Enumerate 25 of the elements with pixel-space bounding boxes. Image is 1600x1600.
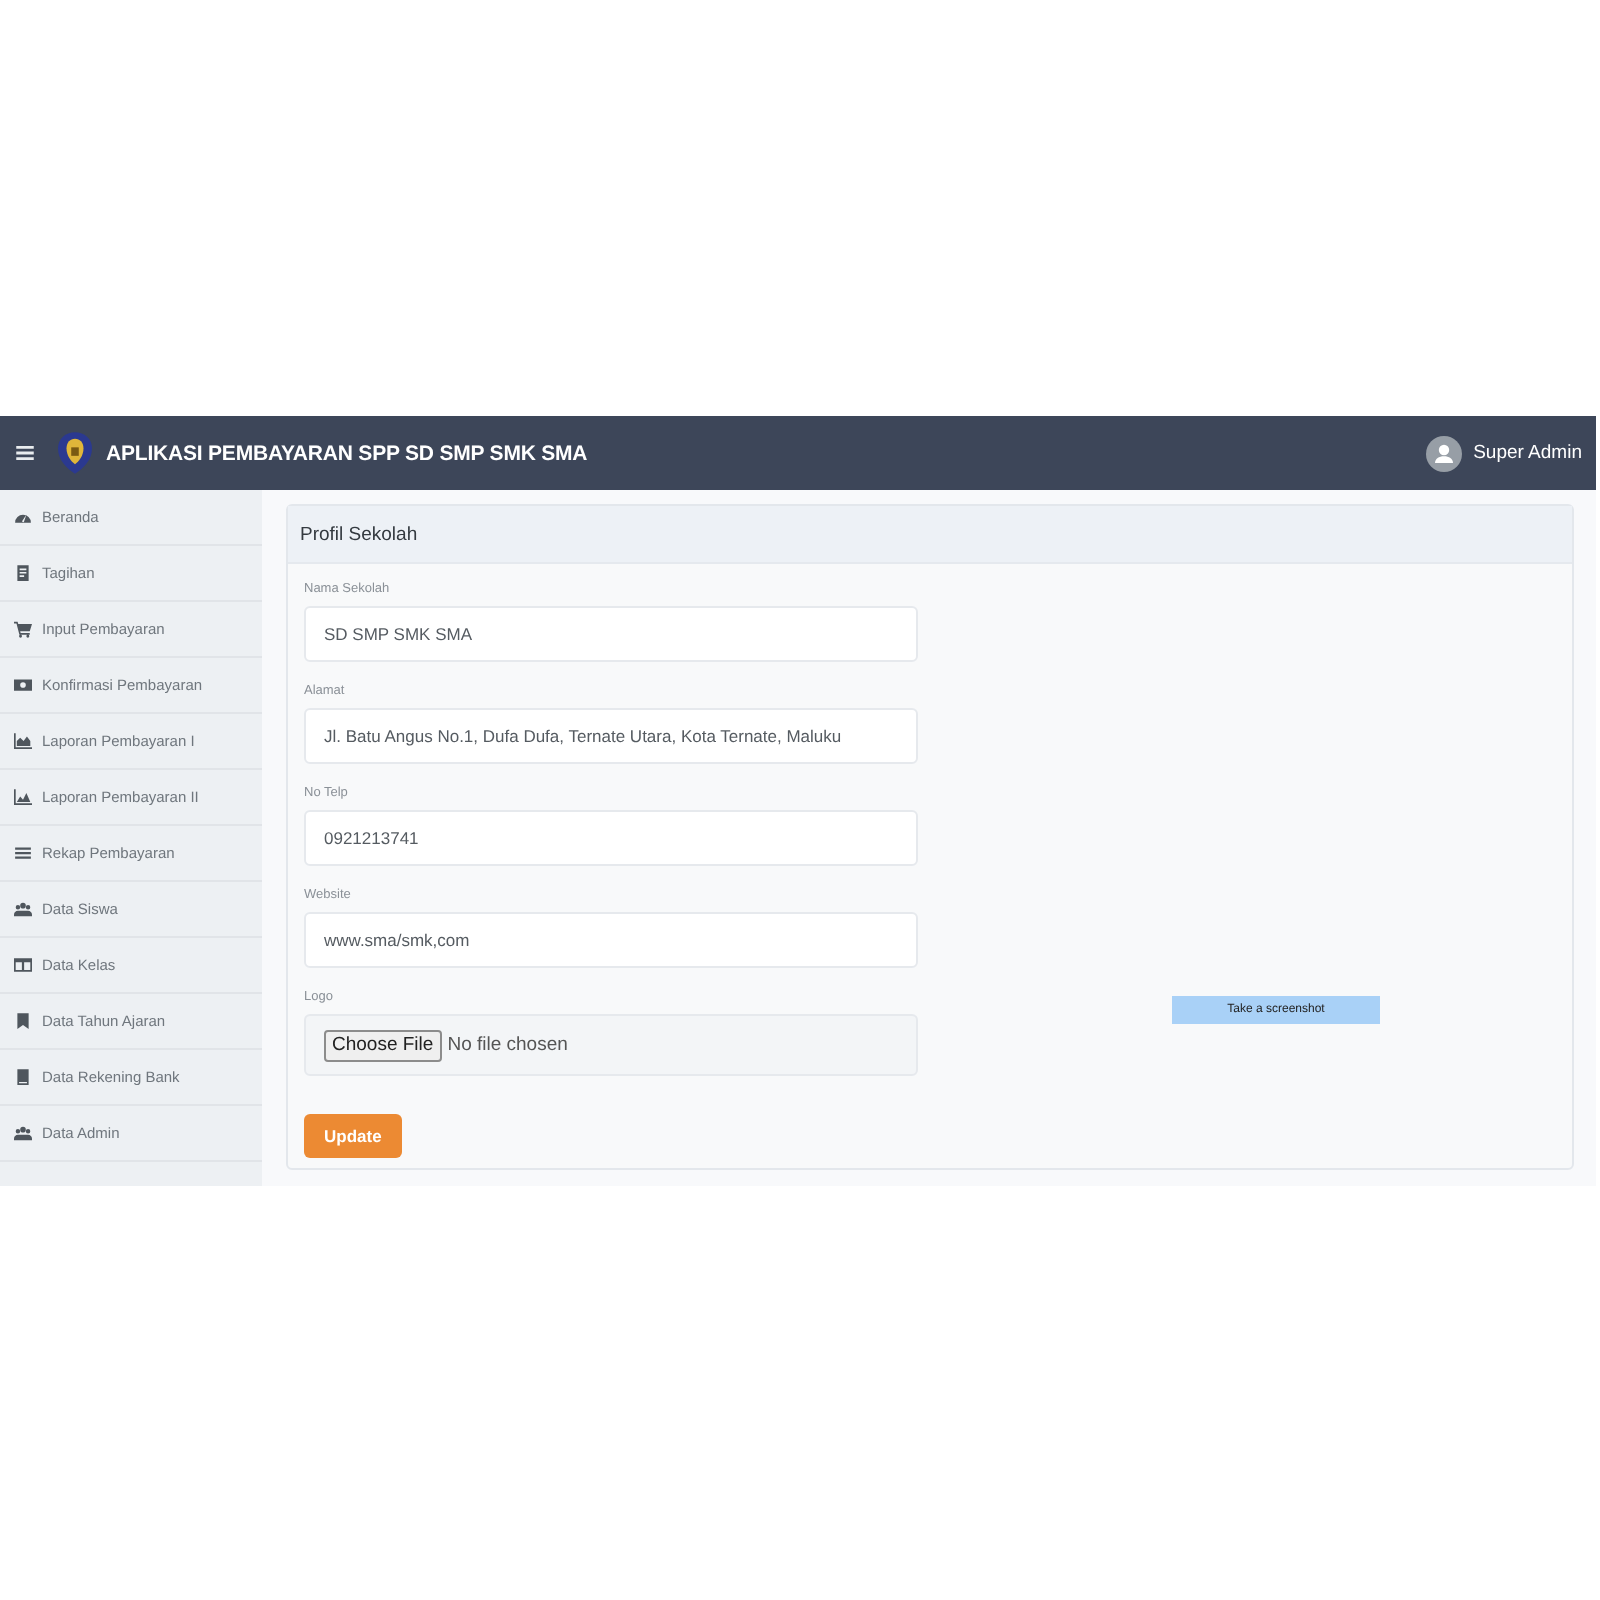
menu-icon[interactable] [16, 446, 34, 460]
user-name[interactable]: Super Admin [1473, 442, 1582, 464]
emblem-icon [58, 432, 92, 474]
list-icon [14, 844, 32, 862]
text-input-field[interactable]: 0921213741 [304, 810, 918, 866]
table-icon [14, 956, 32, 974]
app-title: APLIKASI PEMBAYARAN SPP SD SMP SMK SMA [106, 441, 588, 465]
area-chart-icon [14, 788, 32, 806]
text-input-field[interactable]: Jl. Batu Angus No.1, Dufa Dufa, Ternate Utara, Kota Ternate, Maluku [304, 708, 918, 764]
money-bill-icon [14, 676, 32, 694]
document-icon [14, 564, 32, 582]
cart-icon [14, 620, 32, 638]
book-icon [14, 1068, 32, 1086]
user-avatar-icon[interactable] [1425, 435, 1462, 471]
bookmark-icon [14, 1012, 32, 1030]
file-input-field[interactable]: Choose File No file chosen [304, 1014, 918, 1076]
choose-file-button[interactable]: Choose File [324, 1029, 442, 1061]
users-icon [14, 900, 32, 918]
card-title: Profil Sekolah [300, 523, 418, 545]
users-icon [14, 1124, 32, 1142]
text-input-field[interactable]: www.sma/smk,com [304, 912, 918, 968]
text-input-field[interactable]: SD SMP SMK SMA [304, 606, 918, 662]
update-button[interactable]: Update [304, 1114, 402, 1158]
area-chart-icon [14, 732, 32, 750]
file-status: No file chosen [447, 1034, 568, 1056]
